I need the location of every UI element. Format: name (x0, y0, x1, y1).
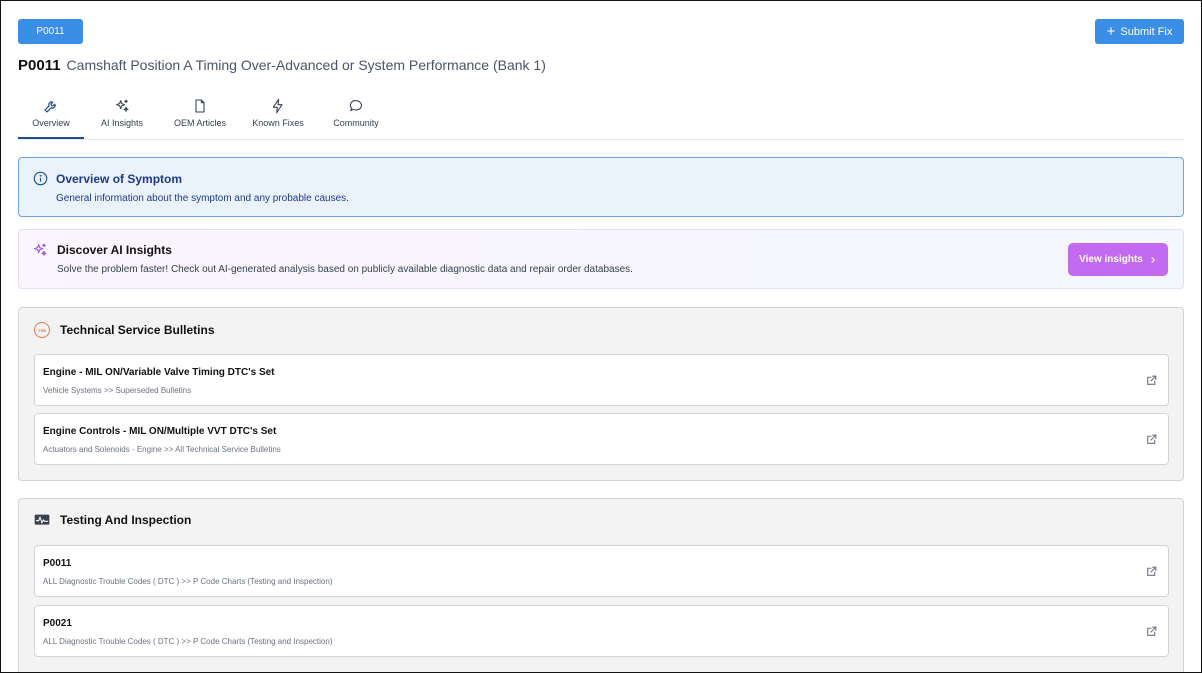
tab-label: Known Fixes (252, 118, 304, 128)
item-title: P0011 (43, 558, 72, 569)
title-code: P0011 (18, 57, 61, 74)
wrench-icon (44, 101, 56, 113)
overview-subtitle: General information about the symptom an… (56, 193, 349, 204)
external-link-icon[interactable] (1145, 625, 1158, 638)
item-title: Engine - MIL ON/Variable Valve Timing DT… (43, 367, 275, 378)
section-header: TSB Technical Service Bulletins (34, 322, 215, 338)
overview-of-symptom-card: Overview of Symptom General information … (18, 157, 1184, 217)
item-subtitle: Vehicle Systems >> Superseded Bulletins (43, 386, 192, 395)
list-item[interactable]: Engine Controls - MIL ON/Multiple VVT DT… (34, 413, 1169, 465)
tab-oem-articles[interactable]: OEM Articles (160, 94, 240, 139)
tab-label: Community (333, 118, 379, 128)
submit-fix-label: Submit Fix (1120, 25, 1173, 38)
tab-overview[interactable]: Overview (18, 94, 84, 139)
top-row: P0011 + Submit Fix (18, 19, 1184, 44)
ai-insights-subtitle: Solve the problem faster! Check out AI-g… (57, 264, 633, 275)
ai-insights-card: Discover AI Insights Solve the problem f… (18, 229, 1184, 289)
tab-community[interactable]: Community (316, 94, 396, 139)
info-icon (33, 171, 48, 186)
tab-known-fixes[interactable]: Known Fixes (242, 94, 314, 139)
external-link-icon[interactable] (1145, 433, 1158, 446)
app-frame: P0011 + Submit Fix P0011 Camshaft Positi… (0, 0, 1202, 673)
item-subtitle: ALL Diagnostic Trouble Codes ( DTC ) >> … (43, 637, 333, 646)
section-title: Technical Service Bulletins (60, 323, 215, 337)
plus-icon: + (1106, 23, 1116, 40)
lightning-icon (272, 98, 283, 114)
external-link-icon[interactable] (1145, 374, 1158, 387)
tab-label: Overview (32, 118, 70, 128)
item-title: Engine Controls - MIL ON/Multiple VVT DT… (43, 426, 277, 437)
item-subtitle: ALL Diagnostic Trouble Codes ( DTC ) >> … (43, 577, 333, 586)
section-title: Testing And Inspection (60, 513, 192, 527)
ai-insights-title: Discover AI Insights (57, 243, 172, 257)
list-item[interactable]: P0011 ALL Diagnostic Trouble Codes ( DTC… (34, 545, 1169, 597)
item-title: P0021 (43, 618, 72, 629)
overview-title: Overview of Symptom (56, 172, 183, 186)
tab-ai-insights[interactable]: AI Insights (86, 94, 158, 139)
list-item[interactable]: P0021 ALL Diagnostic Trouble Codes ( DTC… (34, 605, 1169, 657)
item-subtitle: Actuators and Solenoids - Engine >> All … (43, 445, 281, 454)
technical-service-bulletins-section: TSB Technical Service Bulletins Engine -… (18, 307, 1184, 481)
page-title: P0011 Camshaft Position A Timing Over-Ad… (18, 57, 1184, 77)
oscilloscope-icon (34, 514, 50, 525)
code-chip[interactable]: P0011 (18, 19, 83, 44)
submit-fix-button[interactable]: + Submit Fix (1095, 19, 1184, 44)
external-link-icon[interactable] (1145, 565, 1158, 578)
tab-bar: Overview AI Insights OEM Articles Known … (18, 94, 1184, 140)
tab-label: AI Insights (100, 118, 144, 128)
tsb-icon: TSB (34, 322, 50, 338)
tab-label: OEM Articles (173, 118, 226, 128)
view-insights-button[interactable]: View insights (1068, 243, 1168, 276)
sparkles-icon (34, 243, 47, 256)
chevron-right-icon (1151, 256, 1155, 263)
view-insights-label: View insights (1079, 254, 1143, 265)
list-item[interactable]: Engine - MIL ON/Variable Valve Timing DT… (34, 354, 1169, 406)
main-content: P0011 + Submit Fix P0011 Camshaft Positi… (18, 19, 1184, 672)
sparkles-icon (116, 99, 129, 112)
chat-icon (349, 100, 362, 112)
section-header: Testing And Inspection (34, 513, 191, 527)
title-description: Camshaft Position A Timing Over-Advanced… (66, 57, 546, 73)
document-icon (195, 99, 205, 113)
testing-and-inspection-section: Testing And Inspection P0011 ALL Diagnos… (18, 498, 1184, 672)
